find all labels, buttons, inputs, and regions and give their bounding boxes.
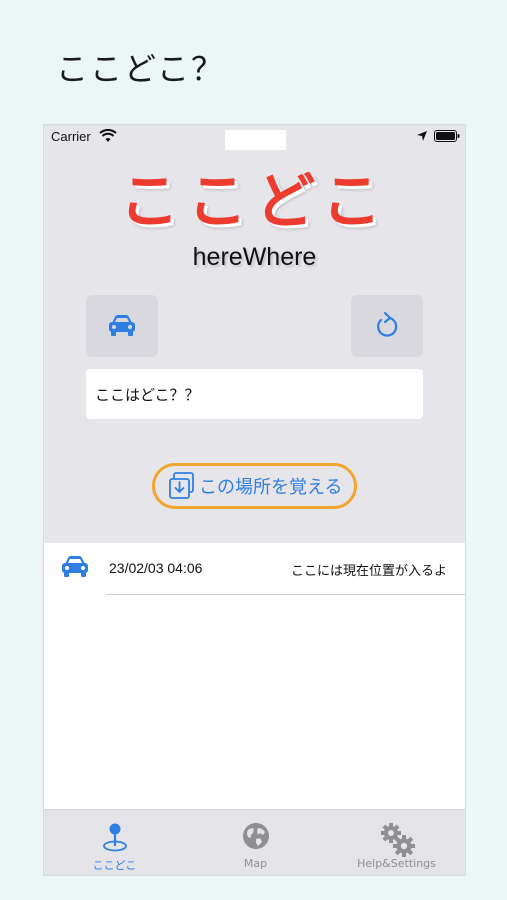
refresh-button[interactable] [351, 295, 423, 357]
location-arrow-icon [417, 131, 427, 141]
refresh-icon [377, 312, 398, 337]
tab-map[interactable]: Map [185, 810, 326, 875]
carrier-label: Carrier [51, 129, 91, 144]
history-date: 23/02/03 04:06 [109, 560, 203, 576]
app-title: ここどこ [119, 167, 390, 237]
tab-label: Map [243, 857, 268, 870]
tab-bar: ここどこ Map Help&Settings [44, 809, 465, 875]
save-download-icon [169, 472, 194, 499]
remember-button-label: この場所を覚える [199, 477, 343, 498]
history-list: 23/02/03 04:06 ここには現在位置が入るよ [44, 543, 465, 811]
remember-location-button[interactable]: この場所を覚える [152, 463, 357, 509]
app-subtitle: hereWhere [192, 243, 317, 271]
list-item[interactable]: 23/02/03 04:06 ここには現在位置が入るよ [44, 543, 465, 595]
tab-label: Help&Settings [357, 857, 436, 870]
status-bar-notch [225, 130, 286, 150]
row-divider [106, 594, 465, 595]
gears-icon [380, 823, 415, 857]
map-pin-icon [102, 823, 127, 852]
tab-help-settings[interactable]: Help&Settings [326, 810, 465, 875]
tab-label: ここどこ [92, 859, 137, 872]
phone-screen: Carrier ここどこ hereWhere ここはどこ？？ この場所を覚える … [43, 124, 466, 876]
current-location-field: ここはどこ？？ [86, 369, 423, 419]
history-place: ここには現在位置が入るよ [290, 564, 447, 579]
car-icon [62, 556, 88, 577]
tab-kokodoko[interactable]: ここどこ [44, 810, 185, 875]
car-icon [109, 315, 135, 336]
status-bar: Carrier [44, 125, 465, 150]
car-button[interactable] [86, 295, 158, 357]
page-caption: ここどこ？ [56, 50, 226, 88]
globe-icon [242, 823, 269, 849]
battery-icon [434, 130, 460, 142]
wifi-icon [99, 129, 117, 142]
